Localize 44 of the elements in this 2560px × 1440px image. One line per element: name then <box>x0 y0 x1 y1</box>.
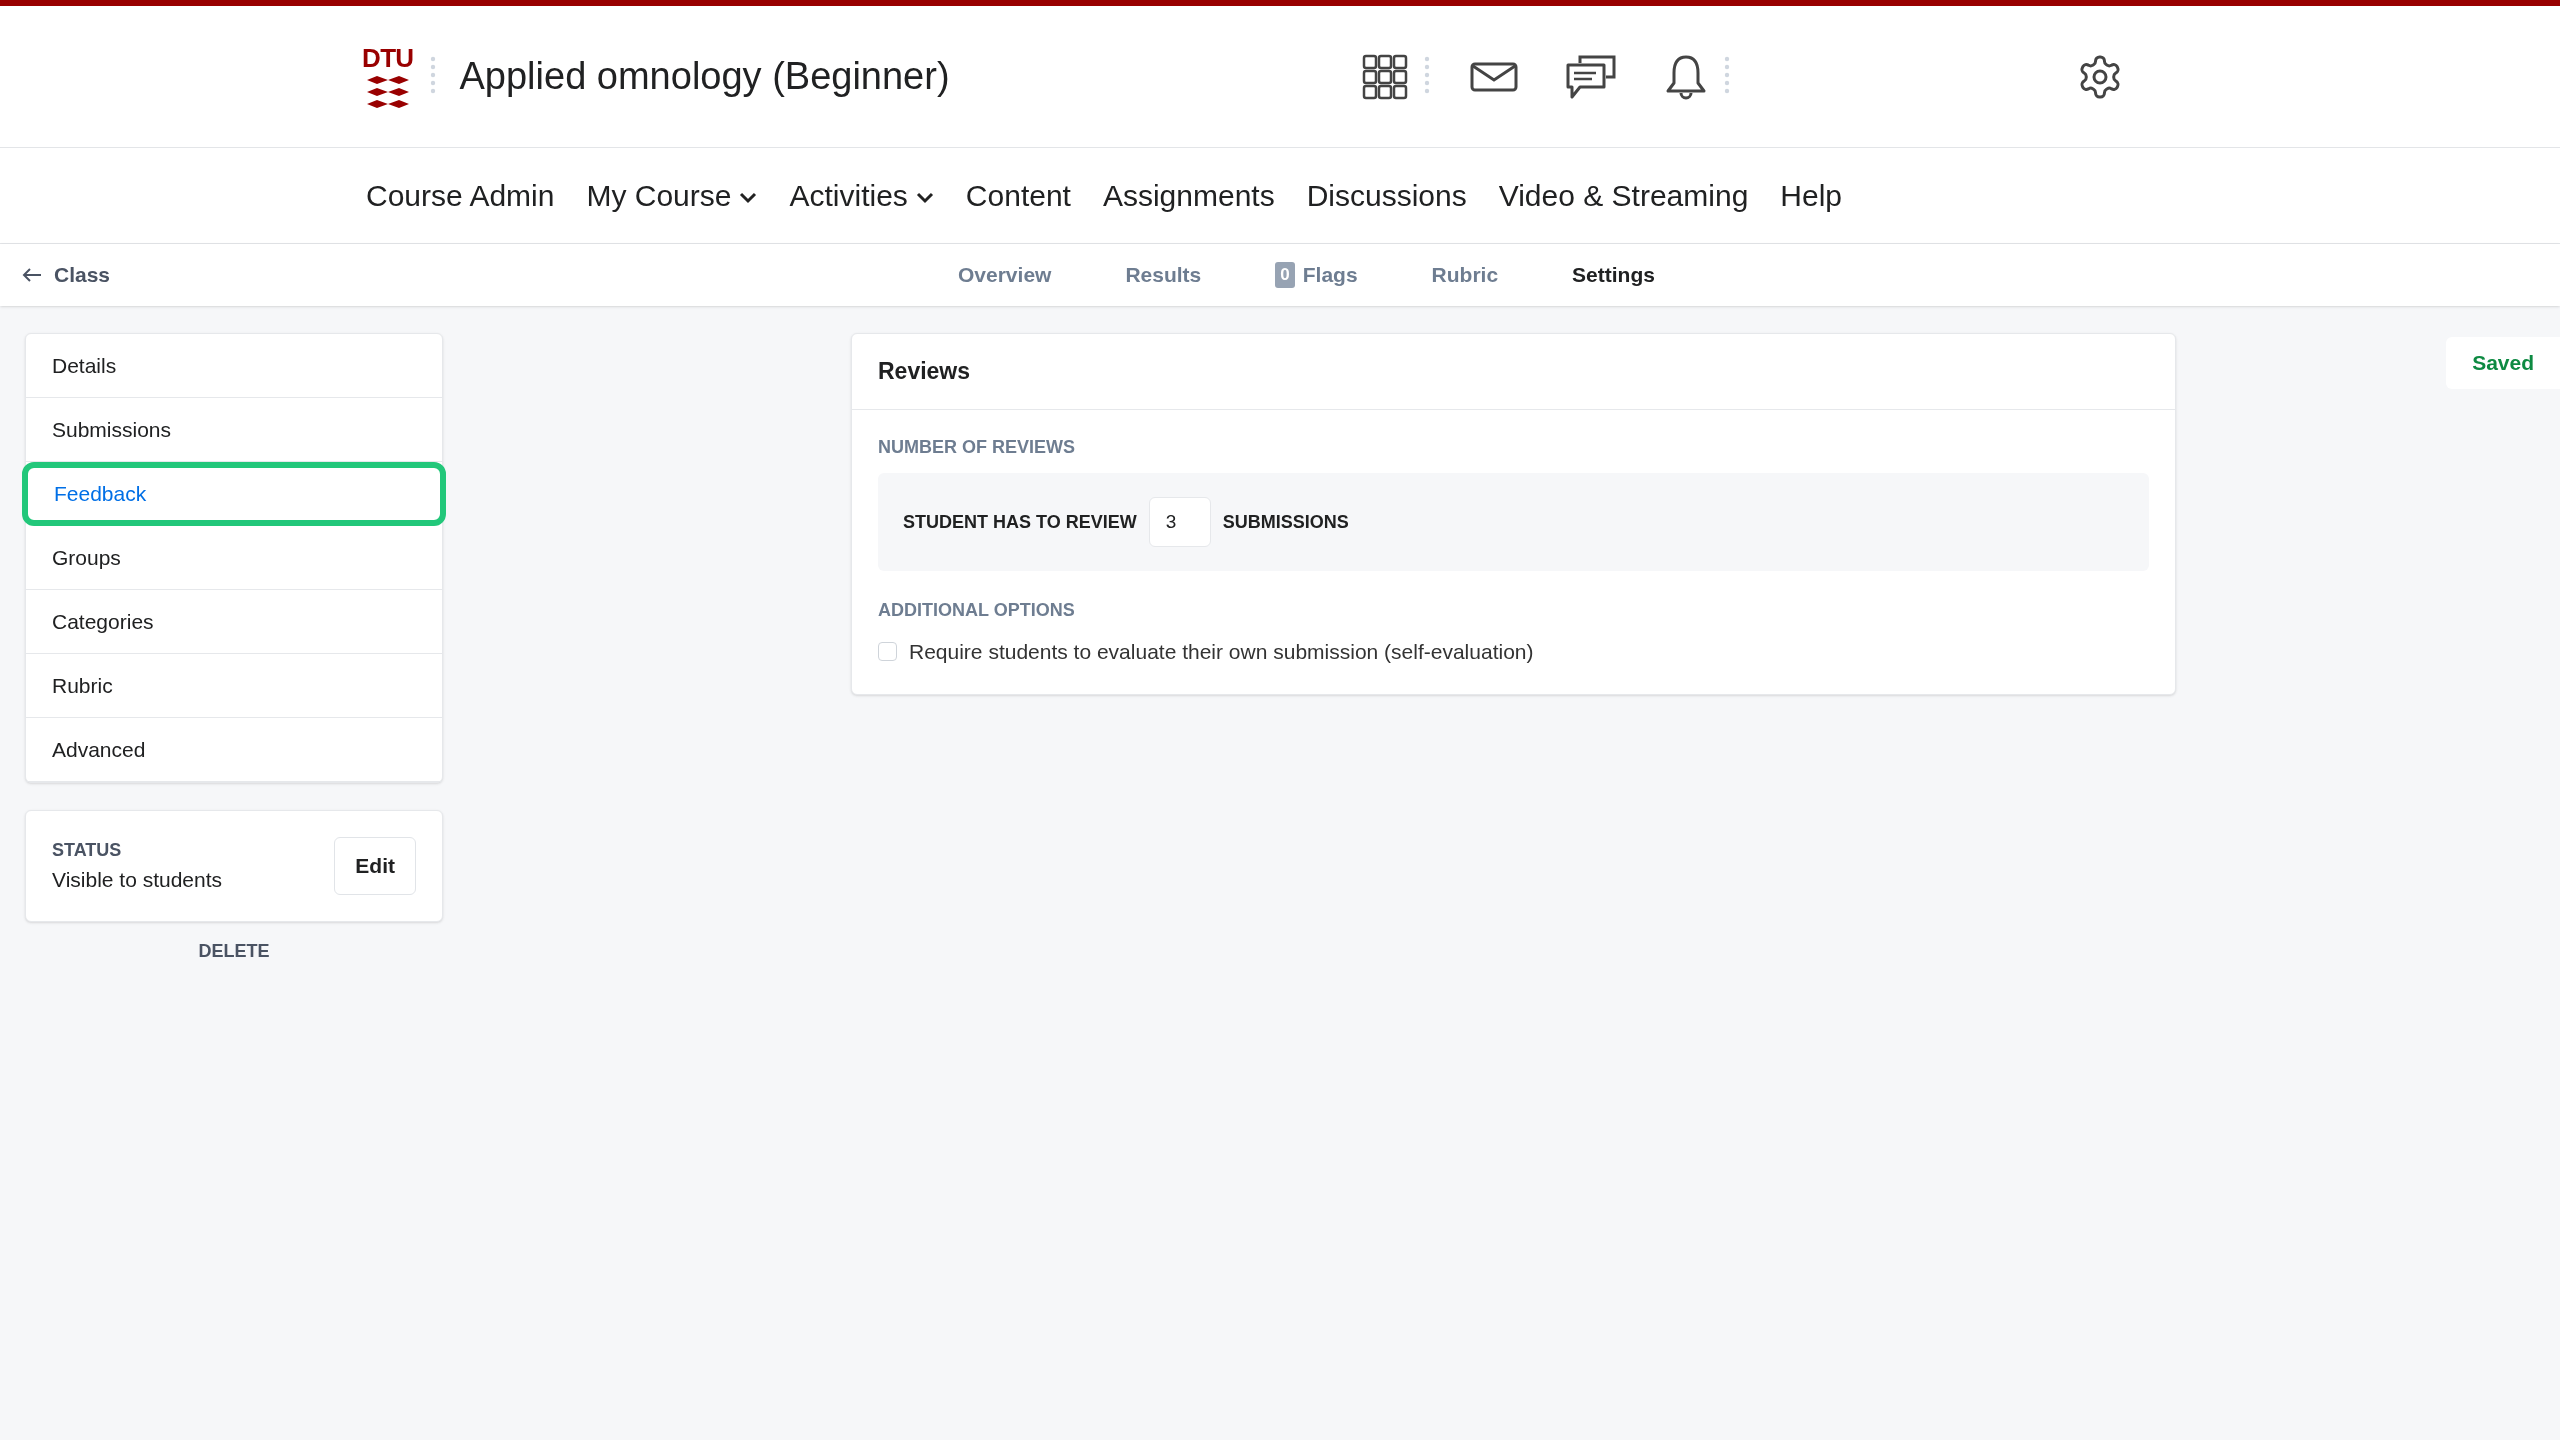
nav-link[interactable]: Assignments <box>1102 173 1275 218</box>
save-status: Saved <box>2446 337 2560 389</box>
card-title: Reviews <box>878 357 971 387</box>
logo-text: DTU <box>362 44 414 71</box>
count-badge: 0 <box>1275 262 1295 288</box>
field-suffix: SUBMISSIONS <box>1222 510 1349 534</box>
nav-link[interactable]: Content <box>965 173 1071 218</box>
mail-icon[interactable] <box>1469 61 1518 92</box>
menu-item[interactable]: Categories <box>26 590 442 654</box>
checkbox[interactable] <box>878 642 897 662</box>
review-count-field[interactable]: 3 <box>1148 497 1211 547</box>
edit-button[interactable]: Edit <box>334 837 416 895</box>
status-heading: STATUS <box>52 838 123 862</box>
tab[interactable]: Settings <box>1572 259 1655 291</box>
checkbox-label: Require students to evaluate their own submission (self-evaluation) <box>909 639 1534 665</box>
menu-item[interactable]: Advanced <box>26 718 442 782</box>
menu-item[interactable]: Feedback <box>22 462 446 526</box>
course-title: Applied omnology (Beginner) <box>459 54 950 99</box>
tab[interactable]: Overview <box>958 259 1052 291</box>
tab-label: Flags <box>1302 262 1358 289</box>
field-prefix: STUDENT HAS TO REVIEW <box>903 510 1137 534</box>
nav-link[interactable]: Help <box>1780 173 1843 218</box>
tab[interactable]: 0 Flags <box>1275 259 1358 291</box>
nav-link[interactable]: Course Admin <box>366 173 555 218</box>
nav-link[interactable]: Video & Streaming <box>1498 173 1749 218</box>
section-heading: ADDITIONAL OPTIONS <box>878 599 1076 622</box>
chevron-down-icon <box>915 191 934 204</box>
tab[interactable]: Rubric <box>1431 259 1499 291</box>
arrow-left-icon <box>22 267 42 283</box>
app-grid-icon[interactable] <box>1361 53 1408 100</box>
nav-link[interactable]: Discussions <box>1306 173 1467 218</box>
university-logo[interactable]: DTU <box>362 44 414 109</box>
delete-button[interactable]: DELETE <box>198 938 270 965</box>
nav-link[interactable]: My Course <box>586 173 758 218</box>
chevron-down-icon <box>739 191 758 204</box>
tab[interactable]: Results <box>1125 259 1202 291</box>
menu-item[interactable]: Rubric <box>26 654 442 718</box>
menu-item[interactable]: Groups <box>26 526 442 590</box>
section-heading: NUMBER OF REVIEWS <box>878 436 1076 459</box>
nav-link[interactable]: Activities <box>789 173 934 218</box>
back-link[interactable]: Class <box>22 259 111 291</box>
status-value: Visible to students <box>52 866 223 893</box>
menu-item[interactable]: Submissions <box>26 398 442 462</box>
menu-item[interactable]: Details <box>26 334 442 398</box>
